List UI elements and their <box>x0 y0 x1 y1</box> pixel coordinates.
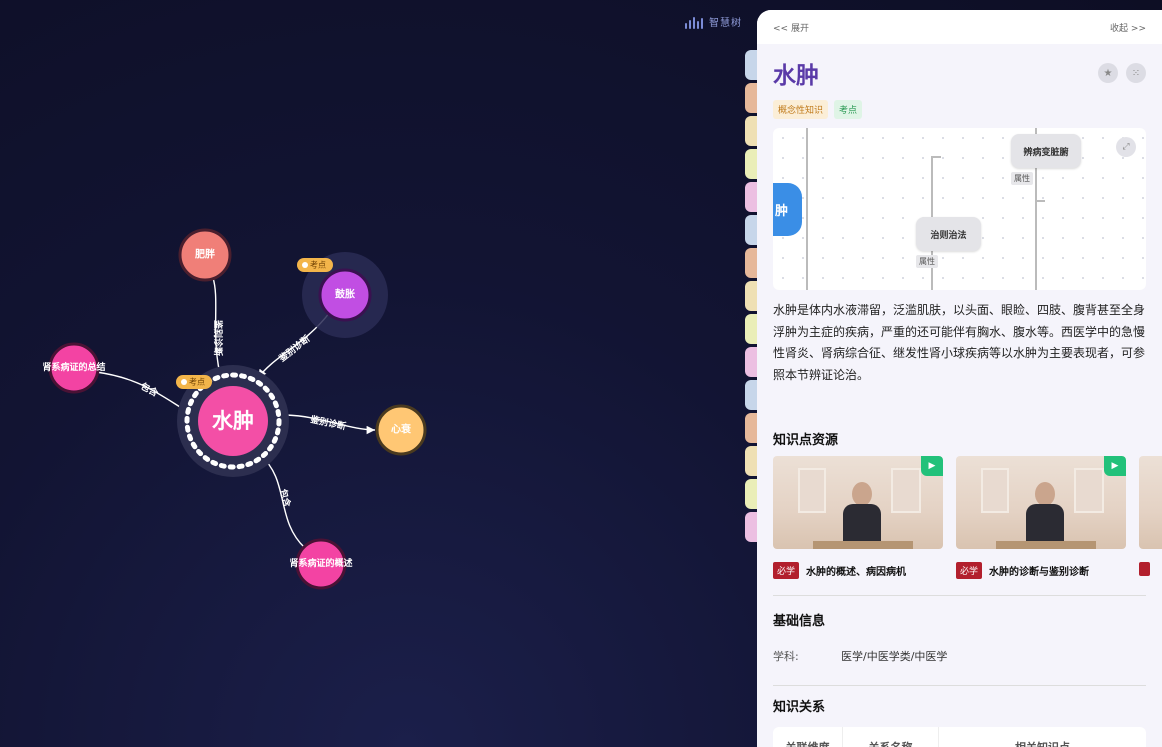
basic-info-heading: 基础信息 <box>773 614 826 629</box>
detail-panel: << 展开 收起 >> 水肿 ★ ⁙ 概念性知识 考点 肿 辨病变脏腑 属性 治… <box>757 10 1162 747</box>
mind-map-preview[interactable]: 肿 辨病变脏腑 属性 治则治法 属性 ⤢ <box>773 128 1146 290</box>
node-feipang[interactable]: 肥胖 <box>178 228 232 282</box>
must-learn-badge: 必学 <box>773 562 800 579</box>
brand-logo: 智慧树 <box>685 14 742 29</box>
mindmap-connector <box>806 128 808 290</box>
grid-icon: ⁙ <box>1131 67 1141 79</box>
node-label-feipang: 肥胖 <box>195 248 215 261</box>
video-thumbnail[interactable]: ▶ <box>956 456 1126 549</box>
col-relation-name: 关系名称 <box>843 727 939 747</box>
video-camera-icon: ▶ <box>921 456 943 476</box>
relations-heading: 知识关系 <box>773 700 826 715</box>
tag-exam-point: 考点 <box>834 100 863 119</box>
badge-center: 考点 <box>176 375 212 389</box>
must-learn-badge: 必学 <box>956 562 983 579</box>
page-title: 水肿 <box>773 63 819 89</box>
node-label-guzhang: 鼓胀 <box>335 288 355 301</box>
collapse-button[interactable]: 收起 >> <box>1110 21 1146 34</box>
node-label-xinshuai: 心衰 <box>391 423 412 436</box>
mindmap-node-organ: 辨病变脏腑 <box>1011 134 1081 168</box>
expand-icon: ⤢ <box>1122 142 1130 152</box>
description-text: 水肿是体内水液滞留，泛滥肌肤，以头面、眼睑、四肢、腹背甚至全身浮肿为主症的疾病，… <box>773 303 1146 382</box>
node-xinshuai[interactable]: 心衰 <box>375 404 427 456</box>
mindmap-attr-2: 属性 <box>916 255 938 268</box>
resource-card[interactable]: ▶ 必学 水肿的诊断与鉴别诊断 <box>956 456 1126 579</box>
subject-row: 学科: 医学/中医学类/中医学 <box>757 648 1162 664</box>
node-shenxi-gaishu[interactable]: 肾系病证的概述 <box>289 538 353 590</box>
edge-label-xinshuai: 鉴别诊断 <box>308 413 347 432</box>
subject-value: 医学/中医学类/中医学 <box>841 650 948 663</box>
knowledge-graph[interactable]: 鉴别诊断 鉴别诊断 包含 鉴别诊断 包含 鼓胀 肥胖 肾系病证的总结 心衰 肾系… <box>0 0 750 747</box>
badge-label-center: 考点 <box>189 378 205 387</box>
node-label-shenxi-zongjie: 肾系病证的总结 <box>42 361 105 373</box>
resource-title[interactable]: 水肿的概述、病因病机 <box>806 563 906 578</box>
node-label-shenxi-gaishu: 肾系病证的概述 <box>289 557 352 569</box>
mindmap-root-node: 肿 <box>773 183 802 236</box>
grid-button[interactable]: ⁙ <box>1126 63 1146 83</box>
section-divider <box>773 685 1146 686</box>
resource-list[interactable]: ▶ 必学 水肿的概述、病因病机 ▶ 必学 水肿的诊断与鉴别诊断 <box>757 456 1162 596</box>
edge-label-guzhang: 鉴别诊断 <box>276 333 313 365</box>
expand-button[interactable]: << 展开 <box>773 21 809 34</box>
star-icon: ★ <box>1103 67 1113 79</box>
tag-list: 概念性知识 考点 <box>757 90 1162 119</box>
badge-label-guzhang: 考点 <box>310 261 326 270</box>
video-camera-icon: ▶ <box>1104 456 1126 476</box>
badge-guzhang: 考点 <box>297 258 333 272</box>
edge-label-shenxi-gaishu: 包含 <box>277 487 294 509</box>
resources-heading: 知识点资源 <box>773 433 839 448</box>
subject-key: 学科: <box>773 650 799 663</box>
video-thumbnail[interactable]: ▶ <box>773 456 943 549</box>
video-thumbnail[interactable] <box>1139 456 1162 549</box>
mindmap-connector <box>931 156 941 158</box>
relations-table-header: 关联维度 关系名称 相关知识点 <box>773 727 1146 747</box>
col-dimension: 关联维度 <box>773 727 843 747</box>
favorite-button[interactable]: ★ <box>1098 63 1118 83</box>
resource-card-partial[interactable] <box>1139 456 1162 576</box>
mindmap-attr-1: 属性 <box>1011 172 1033 185</box>
tag-concept: 概念性知识 <box>773 100 829 119</box>
node-label-center: 水肿 <box>212 409 254 433</box>
resource-title[interactable]: 水肿的诊断与鉴别诊断 <box>989 563 1089 578</box>
must-learn-badge-partial <box>1139 562 1150 576</box>
node-shenxi-zongjie[interactable]: 肾系病证的总结 <box>42 342 106 394</box>
mindmap-connector <box>1035 200 1045 202</box>
resource-card[interactable]: ▶ 必学 水肿的概述、病因病机 <box>773 456 943 579</box>
fullscreen-button[interactable]: ⤢ <box>1116 137 1136 157</box>
edge-label-feipang: 鉴别诊断 <box>212 319 224 356</box>
edge-label-shenxi-zongjie: 包含 <box>138 380 161 400</box>
graph-canvas[interactable]: 鉴别诊断 鉴别诊断 包含 鉴别诊断 包含 鼓胀 肥胖 肾系病证的总结 心衰 肾系… <box>0 0 750 747</box>
brand-logo-text: 智慧树 <box>709 18 742 29</box>
col-related-points: 相关知识点 <box>939 727 1146 747</box>
mindmap-node-treatment: 治则治法 <box>916 217 981 251</box>
panel-topbar: << 展开 收起 >> <box>757 10 1162 44</box>
